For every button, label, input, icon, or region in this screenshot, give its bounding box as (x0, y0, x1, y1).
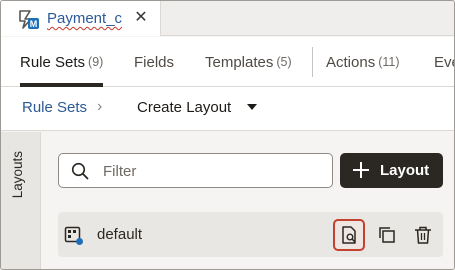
document-tab-title: Payment_c (47, 10, 123, 27)
tab-templates[interactable]: Templates (5) (205, 37, 292, 87)
side-tab-layouts[interactable]: Layouts (10, 151, 25, 198)
tab-rule-sets[interactable]: Rule Sets (9) (20, 37, 104, 87)
tab-count: (11) (378, 55, 400, 69)
tab-events[interactable]: Eve (434, 37, 454, 87)
breadcrumb-current-page[interactable]: Create Layout (137, 99, 231, 116)
filter-input[interactable] (103, 160, 323, 182)
tab-count: (5) (276, 55, 292, 69)
preview-button[interactable] (333, 219, 365, 251)
app-badge-icon: M (17, 8, 41, 30)
preview-icon (342, 226, 356, 244)
delete-icon (415, 226, 431, 244)
svg-text:M: M (30, 18, 38, 28)
tab-label: Actions (326, 53, 376, 71)
tab-label: Fields (134, 53, 175, 71)
tab-label: Templates (205, 53, 274, 71)
filter-field[interactable] (58, 153, 333, 188)
tab-divider (312, 47, 313, 77)
add-layout-button[interactable]: Layout (340, 153, 443, 188)
close-tab-icon[interactable]: ✕ (131, 7, 151, 27)
duplicate-icon (379, 227, 395, 243)
chevron-right-icon: › (97, 98, 103, 115)
tab-actions[interactable]: Actions (11) (326, 37, 400, 87)
tab-label: Rule Sets (20, 53, 86, 71)
document-tab[interactable]: M Payment_c ✕ (1, 1, 161, 36)
duplicate-button[interactable] (371, 219, 403, 251)
tab-label: Eve (434, 53, 454, 71)
add-layout-label: Layout (380, 162, 430, 179)
breadcrumb-rule-sets-link[interactable]: Rule Sets (22, 99, 87, 116)
caret-down-icon[interactable] (247, 104, 257, 110)
layout-list-item[interactable]: default (58, 212, 443, 257)
tab-fields[interactable]: Fields (134, 37, 174, 87)
search-icon (71, 162, 89, 180)
layout-name: default (97, 226, 143, 243)
plus-icon (351, 160, 371, 180)
delete-button[interactable] (407, 219, 439, 251)
layout-grid-icon (64, 226, 84, 246)
document-tab-strip: M Payment_c ✕ (1, 1, 454, 36)
app-window: M Payment_c ✕ Rule Sets (9) Fields Templ… (0, 0, 455, 270)
breadcrumb: Rule Sets › Create Layout (1, 87, 454, 131)
main-tab-bar: Rule Sets (9) Fields Templates (5) Actio… (1, 37, 454, 87)
tab-count: (9) (88, 55, 104, 69)
